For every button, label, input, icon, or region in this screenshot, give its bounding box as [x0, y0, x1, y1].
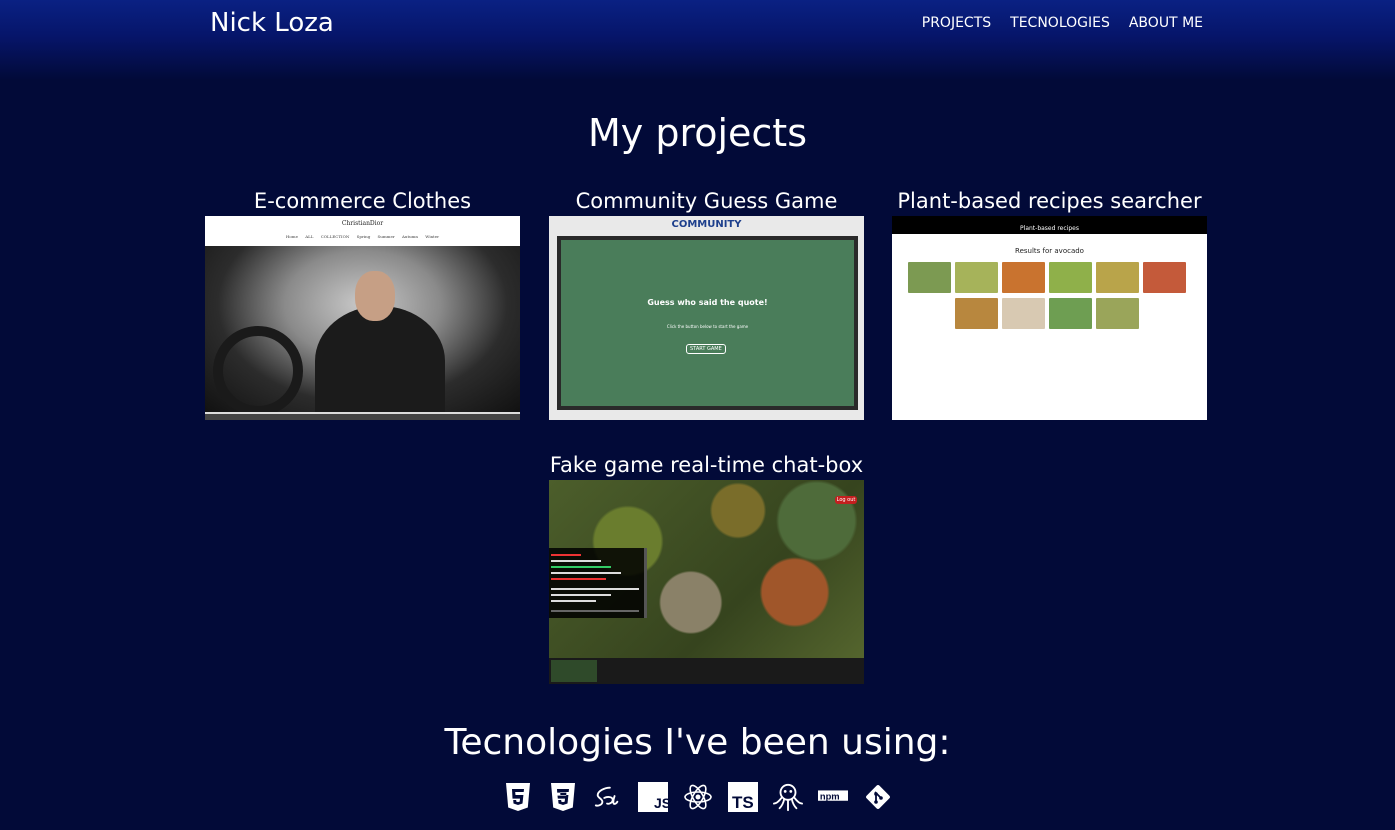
recipe-thumbnail [1096, 298, 1139, 329]
npm-icon-label: npm [819, 791, 839, 801]
recipe-thumbnail [1002, 262, 1045, 293]
project-title: Plant-based recipes searcher [897, 189, 1202, 213]
typescript-icon: TS [727, 782, 758, 812]
nav-projects[interactable]: PROJECTS [922, 13, 991, 33]
npm-icon: npm [817, 782, 848, 812]
chat-line [551, 566, 611, 568]
screenshot-logo: ChristianDior [341, 220, 384, 227]
chat-line [551, 572, 621, 574]
javascript-icon: JS [637, 782, 668, 812]
screenshot-bottom-strip [205, 412, 520, 420]
recipes-results-label: Results for avocado [1015, 247, 1084, 255]
chat-line [551, 578, 606, 580]
technologies-title: Tecnologies I've been using: [444, 722, 951, 763]
recipe-thumbnail [955, 298, 998, 329]
game-instruction: Click the button below to start the game [666, 324, 749, 329]
game-question: Guess who said the quote! [647, 298, 768, 307]
screenshot-topbar: ChristianDior Home ALL COLLECTION Spring… [205, 216, 520, 246]
recipe-thumbnail [1049, 298, 1092, 329]
js-icon-label: JS [654, 795, 668, 811]
start-game-button: START GAME [686, 344, 726, 354]
chat-line [551, 600, 596, 602]
nav-tecnologies[interactable]: TECNOLOGIES [1010, 13, 1110, 33]
nav-about-me[interactable]: ABOUT ME [1129, 13, 1203, 33]
project-title: E-commerce Clothes [253, 189, 472, 213]
leather-coat [315, 306, 445, 416]
project-card-chatbox: Fake game real-time chat-box Log out [549, 450, 864, 684]
chat-input [551, 610, 639, 612]
recipe-thumbnail [1143, 262, 1186, 293]
chat-line [551, 554, 581, 556]
chat-line [551, 560, 601, 562]
recipe-thumbnail [1002, 298, 1045, 329]
project-title: Fake game real-time chat-box [549, 453, 864, 477]
project-screenshot-ecommerce[interactable]: ChristianDior Home ALL COLLECTION Spring… [205, 216, 520, 420]
react-icon [683, 782, 713, 812]
projects-title: My projects [587, 111, 808, 155]
steering-wheel [213, 326, 303, 416]
recipe-thumbnail [908, 262, 951, 293]
community-logo: COMMUNITY [671, 219, 742, 230]
sass-icon [593, 782, 623, 812]
technology-icons: JS TS npm [0, 782, 1395, 812]
recipe-thumbnail [955, 262, 998, 293]
project-title: Community Guess Game [575, 189, 838, 213]
ts-icon-label: TS [732, 793, 754, 812]
git-icon [863, 782, 893, 812]
minimap [551, 660, 597, 682]
project-screenshot-community[interactable]: COMMUNITY Guess who said the quote! Clic… [549, 216, 864, 420]
project-card-recipes: Plant-based recipes searcher Plant-based… [892, 186, 1207, 420]
project-screenshot-chatbox[interactable]: Log out [549, 480, 864, 684]
main-nav: PROJECTS TECNOLOGIES ABOUT ME [922, 13, 1203, 33]
recipes-app-header: Plant-based recipes [892, 216, 1207, 234]
chat-line [551, 588, 639, 590]
game-hud [549, 658, 864, 684]
octopus-icon [772, 782, 803, 812]
site-header: Nick Loza PROJECTS TECNOLOGIES ABOUT ME [0, 0, 1395, 80]
recipe-thumbnail [1049, 262, 1092, 293]
brand-name[interactable]: Nick Loza [210, 6, 334, 40]
css3-icon [548, 782, 578, 812]
screenshot-menu: Home ALL COLLECTION Spring Summer Autumn… [285, 234, 440, 239]
recipe-thumbnail [1096, 262, 1139, 293]
html5-icon [503, 782, 533, 812]
chat-panel [549, 548, 647, 618]
chalkboard: Guess who said the quote! Click the butt… [557, 236, 858, 410]
fashion-photo [205, 246, 520, 416]
project-card-ecommerce: E-commerce Clothes ChristianDior Home AL… [205, 186, 520, 420]
project-card-community: Community Guess Game COMMUNITY Guess who… [549, 186, 864, 420]
model-head [355, 271, 395, 321]
logout-button: Log out [835, 496, 857, 504]
chat-line [551, 594, 611, 596]
project-screenshot-recipes[interactable]: Plant-based recipes Results for avocado [892, 216, 1207, 420]
